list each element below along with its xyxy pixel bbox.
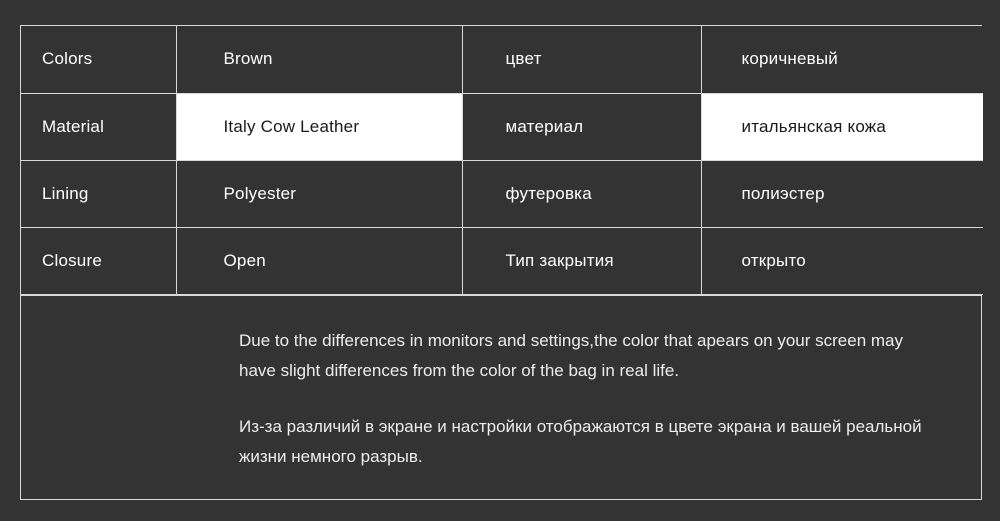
- product-spec-panel: Colors Brown цвет коричневый Material It…: [0, 0, 1000, 521]
- cell-value-ru: коричневый: [700, 26, 983, 94]
- cell-label-ru: материал: [461, 92, 702, 161]
- cell-label-en: Lining: [21, 159, 177, 228]
- cell-value-ru: итальянская кожа: [700, 92, 983, 161]
- specification-table: Colors Brown цвет коричневый Material It…: [21, 26, 983, 295]
- cell-value-ru: полиэстер: [700, 159, 983, 228]
- label-ru-text: материал: [505, 116, 584, 136]
- cell-label-en: Material: [21, 92, 177, 161]
- cell-label-en: Closure: [21, 226, 177, 295]
- specification-table-body: Colors Brown цвет коричневый Material It…: [21, 26, 983, 295]
- label-ru-text: Тип закрытия: [505, 250, 614, 270]
- label-ru-text: футеровка: [505, 183, 592, 203]
- table-row: Colors Brown цвет коричневый: [21, 26, 983, 94]
- label-en-text: Lining: [42, 183, 89, 203]
- cell-label-en: Colors: [21, 26, 177, 94]
- cell-value-en: Open: [175, 226, 463, 295]
- value-en-text: Polyester: [223, 183, 297, 203]
- disclaimer-text-russian: Из-за различий в экране и настройки отоб…: [239, 416, 922, 466]
- cell-value-ru: открыто: [700, 226, 983, 295]
- value-en-text: Italy Cow Leather: [223, 116, 360, 136]
- label-en-text: Colors: [42, 49, 93, 69]
- value-ru-text: итальянская кожа: [741, 116, 887, 136]
- label-en-text: Material: [42, 116, 105, 136]
- cell-label-ru: футеровка: [461, 159, 702, 228]
- cell-label-ru: цвет: [461, 26, 702, 94]
- cell-value-en: Brown: [175, 26, 463, 94]
- value-en-text: Open: [223, 250, 266, 270]
- table-row: Closure Open Тип закрытия открыто: [21, 226, 983, 295]
- label-en-text: Closure: [42, 250, 102, 270]
- table-row: Material Italy Cow Leather материал итал…: [21, 92, 983, 161]
- cell-label-ru: Тип закрытия: [461, 226, 702, 295]
- value-en-text: Brown: [223, 49, 273, 69]
- disclaimer-text-english: Due to the differences in monitors and s…: [239, 330, 903, 380]
- value-ru-text: полиэстер: [741, 183, 825, 203]
- cell-value-en: Italy Cow Leather: [175, 92, 463, 161]
- table-row: Lining Polyester футеровка полиэстер: [21, 159, 983, 228]
- disclaimer-section: Due to the differences in monitors and s…: [21, 294, 981, 492]
- label-ru-text: цвет: [505, 49, 542, 69]
- value-ru-text: открыто: [741, 250, 806, 270]
- value-ru-text: коричневый: [741, 49, 838, 69]
- cell-value-en: Polyester: [175, 159, 463, 228]
- disclaimer-wrapper: Due to the differences in monitors and s…: [21, 296, 981, 492]
- spec-block: Colors Brown цвет коричневый Material It…: [20, 25, 983, 500]
